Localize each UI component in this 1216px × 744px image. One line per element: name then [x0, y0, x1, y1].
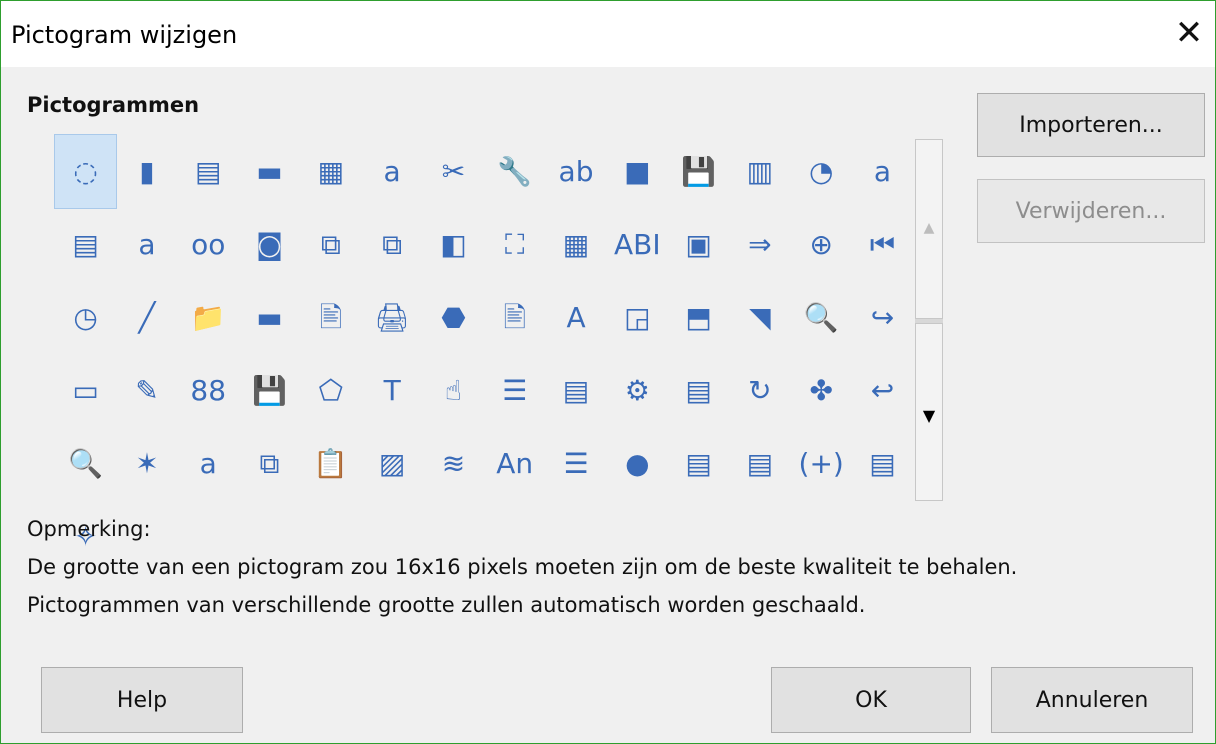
pictogram-icon[interactable]: ✎ [116, 354, 177, 427]
pictogram-icon[interactable]: 🔍 [55, 427, 116, 500]
pictogram-icon[interactable]: ▨ [361, 427, 422, 500]
pictogram-icon[interactable]: ⬠ [300, 354, 361, 427]
pictogram-icon[interactable]: (+) [791, 427, 852, 500]
pictogram-icon[interactable]: ☰ [484, 354, 545, 427]
import-button[interactable]: Importeren... [977, 93, 1205, 157]
pictogram-icon[interactable]: ● [607, 427, 668, 500]
pictogram-icon[interactable]: 🖨 [361, 281, 422, 354]
note-label: Opmerking: [27, 517, 151, 541]
pictogram-icon[interactable]: ⚙ [607, 354, 668, 427]
pictogram-icon[interactable]: An [484, 427, 545, 500]
note-line-1: De grootte van een pictogram zou 16x16 p… [27, 555, 1018, 579]
pictogram-icon[interactable]: 📋 [300, 427, 361, 500]
pictogram-icon[interactable]: ⛶ [484, 208, 545, 281]
pictogram-icon[interactable]: ▭ [55, 354, 116, 427]
pictogram-icon[interactable]: ⧉ [300, 208, 361, 281]
pictogram-icon[interactable]: ↩ [852, 354, 913, 427]
pictogram-icon[interactable]: a [852, 135, 913, 208]
pictogram-icon[interactable]: ↻ [729, 354, 790, 427]
pictogram-icon[interactable]: 88 [178, 354, 239, 427]
pictogram-icon[interactable]: ⊕ [791, 208, 852, 281]
pictogram-icon[interactable]: ◷ [55, 281, 116, 354]
pictogram-icon[interactable]: ⧉ [361, 208, 422, 281]
pictogram-icon[interactable]: oo [178, 208, 239, 281]
note-line-2: Pictogrammen van verschillende grootte z… [27, 593, 866, 617]
delete-button[interactable]: Verwijderen... [977, 179, 1205, 243]
pictogram-icon[interactable]: 📁 [178, 281, 239, 354]
pictogram-icon[interactable]: ▮ [116, 135, 177, 208]
pictogram-icon[interactable]: ▤ [55, 208, 116, 281]
scroll-up-icon[interactable]: ▲ [915, 139, 943, 319]
pictogram-icon[interactable]: T [361, 354, 422, 427]
pictogram-icon[interactable]: ABI [607, 208, 668, 281]
pictogram-icon[interactable]: ◌ [53, 134, 118, 209]
pictogram-icon[interactable]: ≋ [423, 427, 484, 500]
pictogram-icon[interactable]: 💾 [668, 135, 729, 208]
pictogram-icon[interactable]: ◙ [239, 208, 300, 281]
pictogram-icon[interactable]: ▤ [852, 427, 913, 500]
pictogram-icon[interactable]: ⬒ [668, 281, 729, 354]
title-bar: Pictogram wijzigen ✕ [1, 1, 1215, 67]
pictogram-icon[interactable]: ⬣ [423, 281, 484, 354]
pictogram-icon[interactable]: ☝ [423, 354, 484, 427]
pictogram-icon[interactable]: ↪ [852, 281, 913, 354]
pictogram-icon[interactable]: ▦ [300, 135, 361, 208]
pictogram-icon[interactable]: a [361, 135, 422, 208]
pictogram-icon[interactable]: ▣ [668, 208, 729, 281]
pictogram-icon[interactable]: ab [545, 135, 606, 208]
pictogram-icon[interactable]: ◲ [607, 281, 668, 354]
pictogram-icon[interactable]: ⧉ [239, 427, 300, 500]
pictogram-icon[interactable]: ▦ [545, 208, 606, 281]
pictogram-icon[interactable]: 💾 [239, 354, 300, 427]
pictogram-icon[interactable]: A [545, 281, 606, 354]
pictogram-icon[interactable]: ▬ [239, 281, 300, 354]
pictogram-icon[interactable]: ✤ [791, 354, 852, 427]
pictogram-icon[interactable]: ☰ [545, 427, 606, 500]
pictogram-icon[interactable]: ■ [607, 135, 668, 208]
pictogram-icon[interactable]: a [116, 208, 177, 281]
pictogram-icon[interactable]: ◧ [423, 208, 484, 281]
icons-heading: Pictogrammen [27, 93, 200, 117]
pictogram-icon[interactable]: ▤ [545, 354, 606, 427]
icon-grid: ◌ ▮ ▤ ▬ ▦ a ✂ 🔧 ab ■ 💾 ▥ ◔ a ▤ a oo ◙ ⧉ ⧉ ◧ ⛶ ▦ ABI ▣ ⇒ ⊕ ⏮ ◷ ╱ 📁 ▬ 🖹 🖨 ⬣ 🖹… [53, 134, 913, 550]
pictogram-icon[interactable]: ▤ [668, 427, 729, 500]
pictogram-icon[interactable]: ◔ [791, 135, 852, 208]
help-button[interactable]: Help [41, 667, 243, 733]
pictogram-icon[interactable]: 🔧 [484, 135, 545, 208]
pictogram-icon[interactable]: ◥ [729, 281, 790, 354]
pictogram-icon[interactable]: ✂ [423, 135, 484, 208]
pictogram-icon[interactable]: 🖹 [484, 281, 545, 354]
ok-button[interactable]: OK [771, 667, 971, 733]
pictogram-icon[interactable]: 🔍 [791, 281, 852, 354]
close-icon[interactable]: ✕ [1171, 15, 1207, 51]
pictogram-icon[interactable]: ⇒ [729, 208, 790, 281]
pictogram-icon[interactable]: ╱ [116, 281, 177, 354]
pictogram-icon[interactable]: ▤ [729, 427, 790, 500]
pictogram-icon[interactable]: ▬ [239, 135, 300, 208]
pictogram-icon[interactable]: ▤ [178, 135, 239, 208]
scroll-down-icon[interactable]: ▼ [915, 323, 943, 501]
icon-grid-scrollbar[interactable]: ▲ ▼ [915, 139, 943, 501]
pictogram-icon[interactable]: ⏮ [852, 208, 913, 281]
window-title: Pictogram wijzigen [11, 21, 238, 49]
pictogram-icon[interactable]: ▤ [668, 354, 729, 427]
pictogram-icon[interactable]: a [178, 427, 239, 500]
pictogram-icon[interactable]: 🖹 [300, 281, 361, 354]
cancel-button[interactable]: Annuleren [991, 667, 1193, 733]
dialog-window: Pictogram wijzigen ✕ Pictogrammen ◌ ▮ ▤ ▬ ▦ a… [0, 0, 1216, 744]
pictogram-icon[interactable]: ✶ [116, 427, 177, 500]
pictogram-icon[interactable]: ▥ [729, 135, 790, 208]
